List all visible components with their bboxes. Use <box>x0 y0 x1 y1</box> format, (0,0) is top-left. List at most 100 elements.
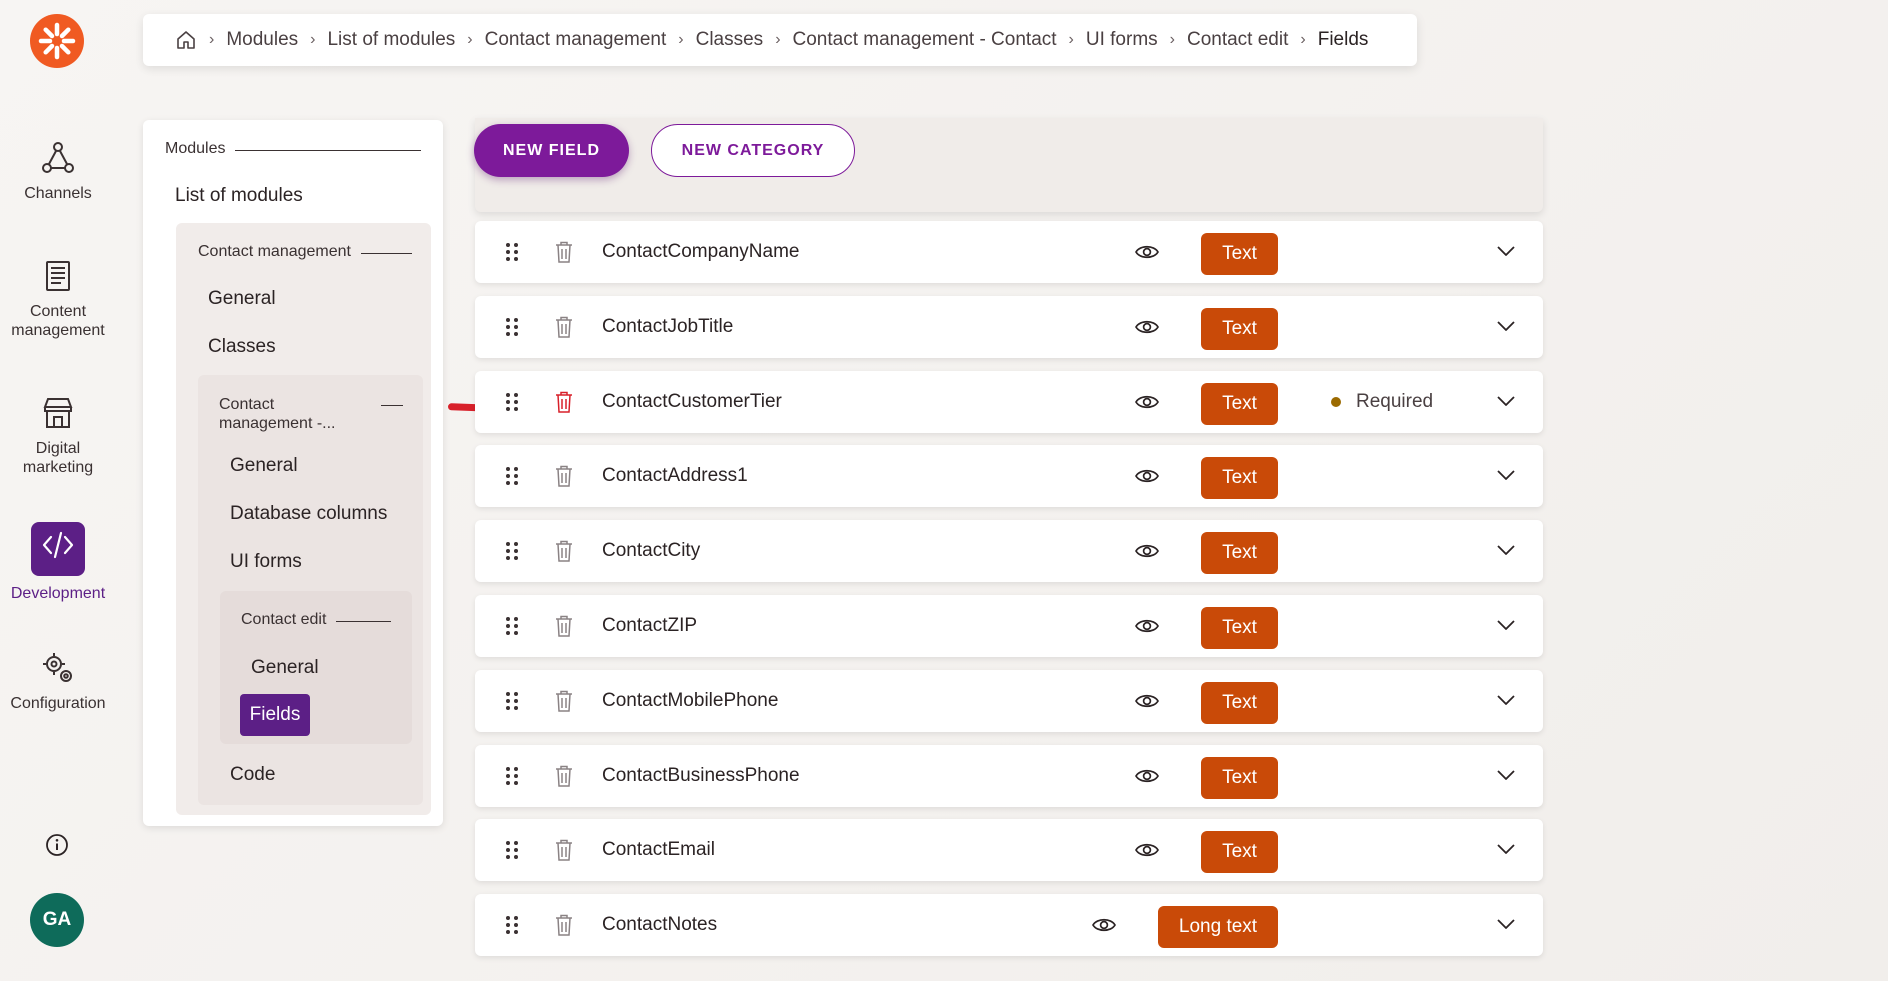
expand-button[interactable] <box>1496 244 1516 263</box>
tree-heading-contact-management[interactable]: Contact management <box>198 243 412 261</box>
eye-icon <box>1135 245 1159 259</box>
chevron-right-icon: › <box>209 31 215 48</box>
tree-heading-modules[interactable]: Modules <box>165 140 421 158</box>
chevron-down-icon <box>1497 769 1515 780</box>
drag-handle[interactable] <box>505 616 519 641</box>
rail-item-label: Development <box>10 585 106 602</box>
rail-item-content-management[interactable]: Content management <box>0 258 116 340</box>
tree-item-ui-forms[interactable]: UI forms <box>230 551 302 573</box>
field-row[interactable]: ContactZIP Text <box>475 595 1543 657</box>
field-row[interactable]: ContactCustomerTier Text Required <box>475 370 1543 433</box>
tree-item-fields[interactable]: Fields <box>240 694 310 736</box>
breadcrumb-item[interactable]: UI forms <box>1086 29 1158 51</box>
tree-item-code[interactable]: Code <box>230 764 275 786</box>
drag-handle[interactable] <box>505 317 519 342</box>
delete-field-button[interactable] <box>555 615 573 642</box>
chevron-down-icon <box>1497 620 1515 630</box>
drag-handle[interactable] <box>505 541 519 566</box>
field-row[interactable]: ContactBusinessPhone Text <box>475 744 1543 807</box>
delete-field-button[interactable] <box>555 391 573 418</box>
preview-button[interactable] <box>1135 467 1159 490</box>
tree-item-database-columns[interactable]: Database columns <box>230 503 387 525</box>
drag-handle[interactable] <box>505 766 519 791</box>
expand-button[interactable] <box>1496 319 1516 338</box>
breadcrumb-item[interactable]: Classes <box>696 29 764 51</box>
rail-item-digital-marketing[interactable]: Digital marketing <box>0 395 116 477</box>
field-row[interactable]: ContactNotes Long text <box>475 894 1543 957</box>
tree-item-list-of-modules[interactable]: List of modules <box>175 185 303 207</box>
delete-field-button[interactable] <box>555 914 573 941</box>
preview-button[interactable] <box>1135 318 1159 341</box>
drag-handle[interactable] <box>505 691 519 716</box>
field-row[interactable]: ContactAddress1 Text <box>475 445 1543 508</box>
field-row[interactable]: ContactCompanyName Text <box>475 221 1543 283</box>
expand-button[interactable] <box>1496 917 1516 936</box>
field-row[interactable]: ContactMobilePhone Text <box>475 669 1543 732</box>
tree-item-general[interactable]: General <box>230 455 298 477</box>
drag-handle[interactable] <box>505 242 519 267</box>
delete-field-button[interactable] <box>555 690 573 717</box>
delete-field-button[interactable] <box>555 241 573 268</box>
rail-item-configuration[interactable]: Configuration <box>0 650 116 713</box>
tree-heading-contact-edit[interactable]: Contact edit <box>241 611 391 629</box>
new-field-button[interactable]: NEW FIELD <box>474 124 629 177</box>
eye-icon <box>1135 470 1159 483</box>
preview-button[interactable] <box>1092 916 1116 939</box>
tree-item-general[interactable]: General <box>251 657 319 679</box>
preview-button[interactable] <box>1135 692 1159 715</box>
preview-button[interactable] <box>1135 243 1159 266</box>
tree-heading-class[interactable]: Contact management -... <box>219 395 403 433</box>
field-row[interactable]: ContactCity Text <box>475 520 1543 583</box>
rail-item-channels[interactable]: Channels <box>0 140 116 203</box>
expand-button[interactable] <box>1496 768 1516 787</box>
expand-button[interactable] <box>1496 693 1516 712</box>
trash-icon <box>556 540 572 562</box>
drag-handle-icon <box>506 243 518 261</box>
delete-field-button[interactable] <box>555 316 573 343</box>
tree-item-general[interactable]: General <box>208 288 276 310</box>
delete-field-button[interactable] <box>555 540 573 567</box>
app-logo[interactable] <box>30 14 84 68</box>
preview-button[interactable] <box>1135 767 1159 790</box>
drag-handle[interactable] <box>505 915 519 940</box>
drag-handle[interactable] <box>505 840 519 865</box>
breadcrumb-item[interactable]: Contact management - Contact <box>793 29 1057 51</box>
tree-item-classes[interactable]: Classes <box>208 336 276 358</box>
eye-icon <box>1135 769 1159 782</box>
drag-handle[interactable] <box>505 466 519 491</box>
delete-field-button[interactable] <box>555 765 573 792</box>
expand-button[interactable] <box>1496 618 1516 637</box>
preview-button[interactable] <box>1135 841 1159 864</box>
rail-item-label: Digital marketing <box>22 440 94 476</box>
breadcrumb-item[interactable]: Modules <box>226 29 298 51</box>
preview-button[interactable] <box>1135 542 1159 565</box>
chevron-right-icon: › <box>775 31 781 48</box>
trash-icon <box>556 466 572 488</box>
preview-button[interactable] <box>1135 393 1159 416</box>
preview-button[interactable] <box>1135 617 1159 640</box>
field-name: ContactZIP <box>602 615 698 636</box>
field-row[interactable]: ContactJobTitle Text <box>475 295 1543 358</box>
delete-field-button[interactable] <box>555 465 573 492</box>
expand-button[interactable] <box>1496 394 1516 413</box>
expand-button[interactable] <box>1496 543 1516 562</box>
breadcrumb-item[interactable]: Contact management <box>485 29 667 51</box>
expand-button[interactable] <box>1496 842 1516 861</box>
expand-button[interactable] <box>1496 468 1516 487</box>
rail-item-development[interactable]: Development <box>0 522 116 603</box>
home-button[interactable] <box>175 29 197 51</box>
field-name: ContactCompanyName <box>602 241 800 262</box>
field-name: ContactEmail <box>602 839 715 861</box>
trash-icon <box>556 840 572 862</box>
delete-field-button[interactable] <box>555 839 573 866</box>
field-row[interactable]: ContactEmail Text <box>475 819 1543 882</box>
required-dot <box>1331 396 1341 407</box>
info-button[interactable] <box>45 833 69 862</box>
new-category-button[interactable]: NEW CATEGORY <box>651 124 855 177</box>
breadcrumb-item[interactable]: Contact edit <box>1187 29 1288 51</box>
avatar[interactable]: GA <box>30 893 84 947</box>
drag-handle[interactable] <box>505 392 519 417</box>
breadcrumb-item[interactable]: List of modules <box>327 29 455 51</box>
channels-icon <box>42 142 74 173</box>
trash-icon <box>556 690 572 712</box>
